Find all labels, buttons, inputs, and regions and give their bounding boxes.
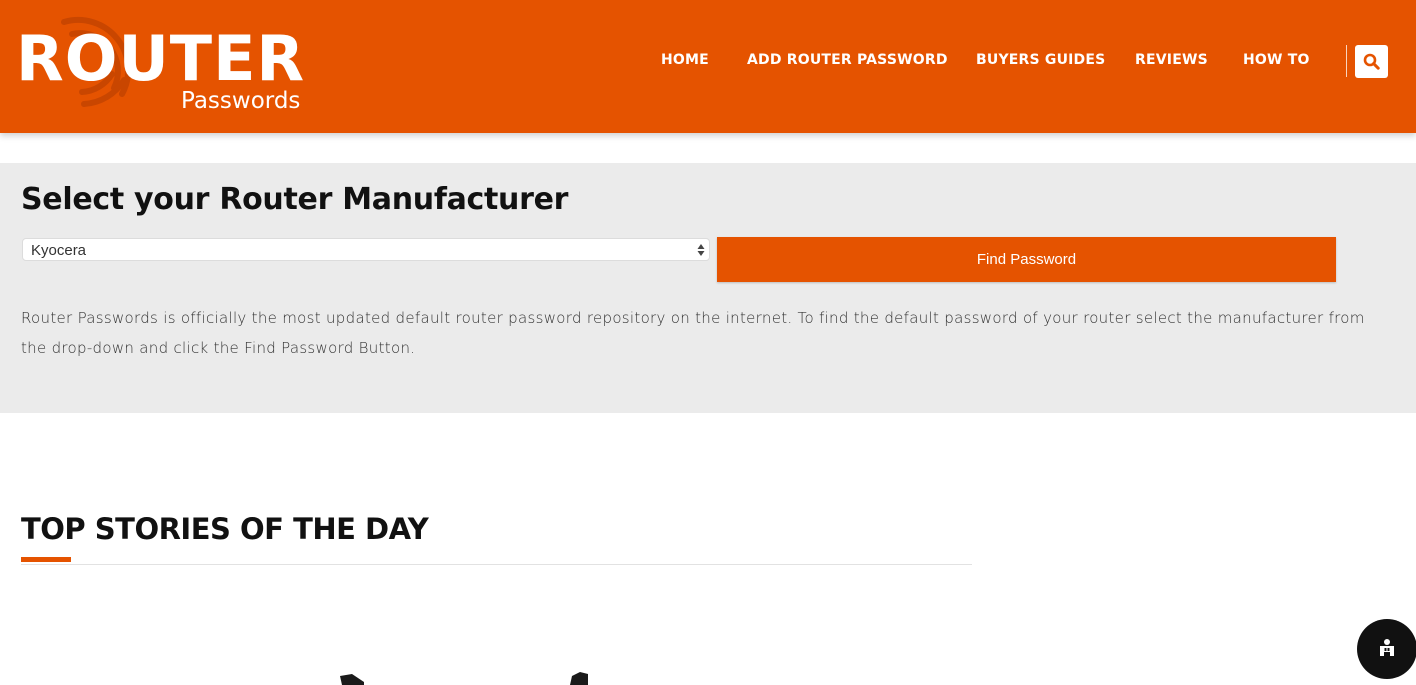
search-icon (1363, 53, 1380, 70)
dropdown-arrows-icon (697, 244, 705, 256)
nav-reviews[interactable]: REVIEWS (1135, 52, 1208, 68)
accessibility-button[interactable] (1357, 619, 1416, 679)
nav-add-router-password[interactable]: ADD ROUTER PASSWORD (747, 52, 948, 68)
heading-divider (21, 564, 972, 565)
heading-accent-bar (21, 557, 71, 562)
logo-subtitle: Passwords (181, 88, 301, 114)
logo-wordmark: ROUTER (16, 22, 306, 95)
dropdown-selected-value: Kyocera (31, 242, 87, 259)
site-header: ROUTER Passwords HOME ADD ROUTER PASSWOR… (0, 0, 1416, 133)
site-logo[interactable]: ROUTER Passwords (12, 8, 322, 123)
manufacturer-selector-section: Select your Router Manufacturer Kyocera … (0, 163, 1416, 413)
stories-heading: TOP STORIES OF THE DAY (21, 512, 429, 546)
nav-home[interactable]: HOME (661, 52, 709, 68)
nav-divider (1346, 45, 1347, 77)
story-thumbnail[interactable] (336, 670, 366, 685)
section-title: Select your Router Manufacturer (21, 182, 569, 217)
find-password-button[interactable]: Find Password (717, 237, 1336, 282)
story-thumbnail[interactable] (564, 670, 594, 685)
nav-how-to[interactable]: HOW TO (1243, 52, 1310, 68)
intro-description: Router Passwords is officially the most … (21, 309, 1365, 357)
search-button[interactable] (1355, 45, 1388, 78)
manufacturer-dropdown[interactable]: Kyocera (22, 238, 710, 261)
accessibility-icon (1380, 639, 1394, 656)
nav-buyers-guides[interactable]: BUYERS GUIDES (976, 52, 1105, 68)
